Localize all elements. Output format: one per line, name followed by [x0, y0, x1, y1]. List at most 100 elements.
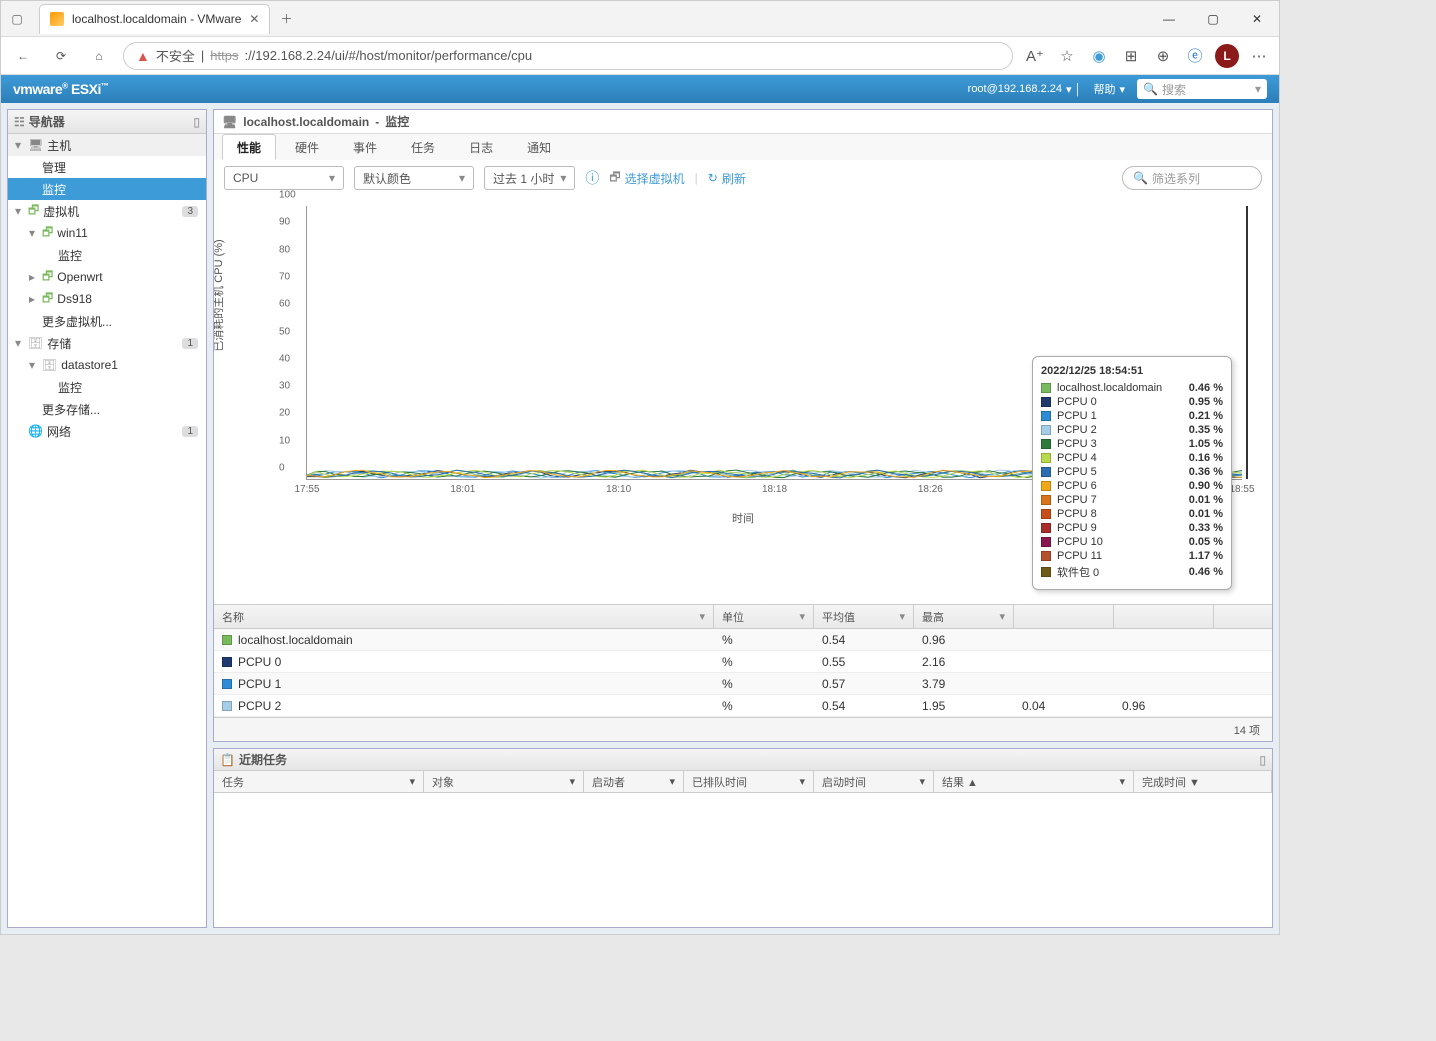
series-table: 名称▾ 单位▾ 平均值▾ 最高▾ localhost.localdomain%0… [214, 604, 1272, 741]
nav-more-vms[interactable]: 更多虚拟机... [8, 310, 206, 332]
nav-more-storage[interactable]: 更多存储... [8, 398, 206, 420]
table-row[interactable]: PCPU 0%0.552.16 [214, 651, 1272, 673]
task-col-target[interactable]: 对象▾ [424, 771, 584, 792]
nav-network[interactable]: 🌐网络1 [8, 420, 206, 442]
table-row[interactable]: localhost.localdomain%0.540.96 [214, 629, 1272, 651]
tab-性能[interactable]: 性能 [222, 134, 276, 160]
x-tick: 18:26 [918, 484, 943, 495]
menu-icon[interactable]: ⋯ [1247, 44, 1271, 68]
extension-icon-1[interactable]: ◉ [1087, 44, 1111, 68]
tooltip-row: PCPU 00.95 % [1041, 395, 1223, 409]
y-tick: 80 [279, 244, 290, 255]
col-unit[interactable]: 单位▾ [714, 605, 814, 628]
nav-host-manage[interactable]: 管理 [8, 156, 206, 178]
tasks-header: 📋 近期任务 ▯ [214, 749, 1272, 771]
col-name[interactable]: 名称▾ [214, 605, 714, 628]
y-axis-label: 已消耗的主机 CPU (%) [213, 239, 226, 351]
global-search[interactable]: 🔍 搜索 ▾ [1137, 79, 1267, 99]
table-footer: 14 项 [214, 717, 1272, 741]
back-button[interactable]: ← [9, 42, 37, 70]
insecure-label: 不安全 [156, 46, 195, 65]
task-col-task[interactable]: 任务▾ [214, 771, 424, 792]
nav-host-monitor[interactable]: 监控 [8, 178, 206, 200]
esxi-header: vmware® ESXi™ root@192.168.2.24 ▾ │ 帮助 ▾… [1, 75, 1279, 103]
browser-tab[interactable]: localhost.localdomain - VMware ✕ [39, 4, 270, 34]
color-select[interactable]: 默认颜色▾ [354, 166, 474, 190]
reload-button[interactable]: ⟳ [47, 42, 75, 70]
y-tick: 30 [279, 381, 290, 392]
help-menu[interactable]: 帮助 ▾ [1093, 81, 1125, 97]
favorite-icon[interactable]: ☆ [1055, 44, 1079, 68]
close-window-button[interactable]: ✕ [1235, 1, 1279, 37]
recent-tasks-panel: 📋 近期任务 ▯ 任务▾ 对象▾ 启动者▾ 已排队时间▾ 启动时间▾ 结果 ▲▾… [213, 748, 1273, 928]
y-tick: 20 [279, 408, 290, 419]
url-protocol: https [210, 48, 238, 63]
x-tick: 18:01 [450, 484, 475, 495]
home-button[interactable]: ⌂ [85, 42, 113, 70]
task-col-completed[interactable]: 完成时间 ▼ [1134, 771, 1272, 792]
filter-series-input[interactable]: 🔍筛选系列 [1122, 166, 1262, 190]
new-tab-button[interactable]: ＋ [270, 10, 302, 27]
nav-vm-win11[interactable]: ▾🗗win11 [8, 222, 206, 244]
tooltip-row: 软件包 00.46 % [1041, 563, 1223, 581]
content-panel: 🖥 localhost.localdomain - 监控 性能硬件事件任务日志通… [213, 109, 1273, 742]
nav-host[interactable]: ▾🖥主机 [8, 134, 206, 156]
tab-list-button[interactable]: ▢ [1, 3, 33, 35]
profile-avatar[interactable]: L [1215, 44, 1239, 68]
task-col-result[interactable]: 结果 ▲▾ [934, 771, 1134, 792]
table-row[interactable]: PCPU 2%0.541.950.040.96 [214, 695, 1272, 717]
tab-硬件[interactable]: 硬件 [280, 134, 334, 160]
tooltip-row: PCPU 111.17 % [1041, 549, 1223, 563]
tab-事件[interactable]: 事件 [338, 134, 392, 160]
nav-vm-win11-monitor[interactable]: 监控 [8, 244, 206, 266]
tooltip-row: PCPU 10.21 % [1041, 409, 1223, 423]
close-icon[interactable]: ✕ [249, 12, 259, 26]
x-tick: 18:18 [762, 484, 787, 495]
url-path: ://192.168.2.24/ui/#/host/monitor/perfor… [244, 48, 532, 63]
nav-datastore1-monitor[interactable]: 监控 [8, 376, 206, 398]
tooltip-row: PCPU 50.36 % [1041, 465, 1223, 479]
nav-storage[interactable]: ▾🗄存储1 [8, 332, 206, 354]
collections-icon[interactable]: ⊕ [1151, 44, 1175, 68]
tab-通知[interactable]: 通知 [512, 134, 566, 160]
minimize-button[interactable]: — [1147, 1, 1191, 37]
nav-datastore1[interactable]: ▾🗄datastore1 [8, 354, 206, 376]
task-col-queued[interactable]: 已排队时间▾ [684, 771, 814, 792]
col-max[interactable]: 最高▾ [914, 605, 1014, 628]
y-tick: 60 [279, 299, 290, 310]
tab-任务[interactable]: 任务 [396, 134, 450, 160]
nav-vms[interactable]: ▾🗗虚拟机3 [8, 200, 206, 222]
refresh-link[interactable]: ↻刷新 [708, 170, 746, 187]
tooltip-timestamp: 2022/12/25 18:54:51 [1041, 365, 1223, 377]
tooltip-row: PCPU 40.16 % [1041, 451, 1223, 465]
nav-vm-ds918[interactable]: ▸🗗Ds918 [8, 288, 206, 310]
chart-spike [1246, 206, 1248, 479]
read-aloud-icon[interactable]: A⁺ [1023, 44, 1047, 68]
chart-tooltip: 2022/12/25 18:54:51 localhost.localdomai… [1032, 356, 1232, 590]
metric-select[interactable]: CPU▾ [224, 166, 344, 190]
col-last[interactable] [1114, 605, 1214, 628]
search-icon: 🔍 [1143, 82, 1158, 96]
collapse-icon[interactable]: ▯ [193, 115, 200, 129]
collapse-icon[interactable]: ▯ [1259, 753, 1266, 767]
task-col-initiator[interactable]: 启动者▾ [584, 771, 684, 792]
task-col-start[interactable]: 启动时间▾ [814, 771, 934, 792]
col-min[interactable] [1014, 605, 1114, 628]
col-avg[interactable]: 平均值▾ [814, 605, 914, 628]
insecure-icon: ▲ [136, 48, 150, 64]
user-menu[interactable]: root@192.168.2.24 ▾ │ [968, 83, 1082, 96]
edge-icon[interactable]: ⓔ [1183, 44, 1207, 68]
tab-日志[interactable]: 日志 [454, 134, 508, 160]
info-icon[interactable]: ⓘ [585, 168, 599, 188]
extensions-icon[interactable]: ⊞ [1119, 44, 1143, 68]
maximize-button[interactable]: ▢ [1191, 1, 1235, 37]
range-select[interactable]: 过去 1 小时▾ [484, 166, 575, 190]
table-header: 名称▾ 单位▾ 平均值▾ 最高▾ [214, 605, 1272, 629]
url-input[interactable]: ▲ 不安全 | https://192.168.2.24/ui/#/host/m… [123, 42, 1013, 70]
select-vm-link[interactable]: 🗗选择虚拟机 [609, 168, 684, 189]
chart-area: 已消耗的主机 CPU (%) 010203040506070809010017:… [214, 196, 1272, 604]
perf-toolbar: CPU▾ 默认颜色▾ 过去 1 小时▾ ⓘ 🗗选择虚拟机 | ↻刷新 🔍筛选系列 [214, 160, 1272, 196]
nav-vm-openwrt[interactable]: ▸🗗Openwrt [8, 266, 206, 288]
table-row[interactable]: PCPU 1%0.573.79 [214, 673, 1272, 695]
tasks-icon: 📋 [220, 753, 235, 767]
